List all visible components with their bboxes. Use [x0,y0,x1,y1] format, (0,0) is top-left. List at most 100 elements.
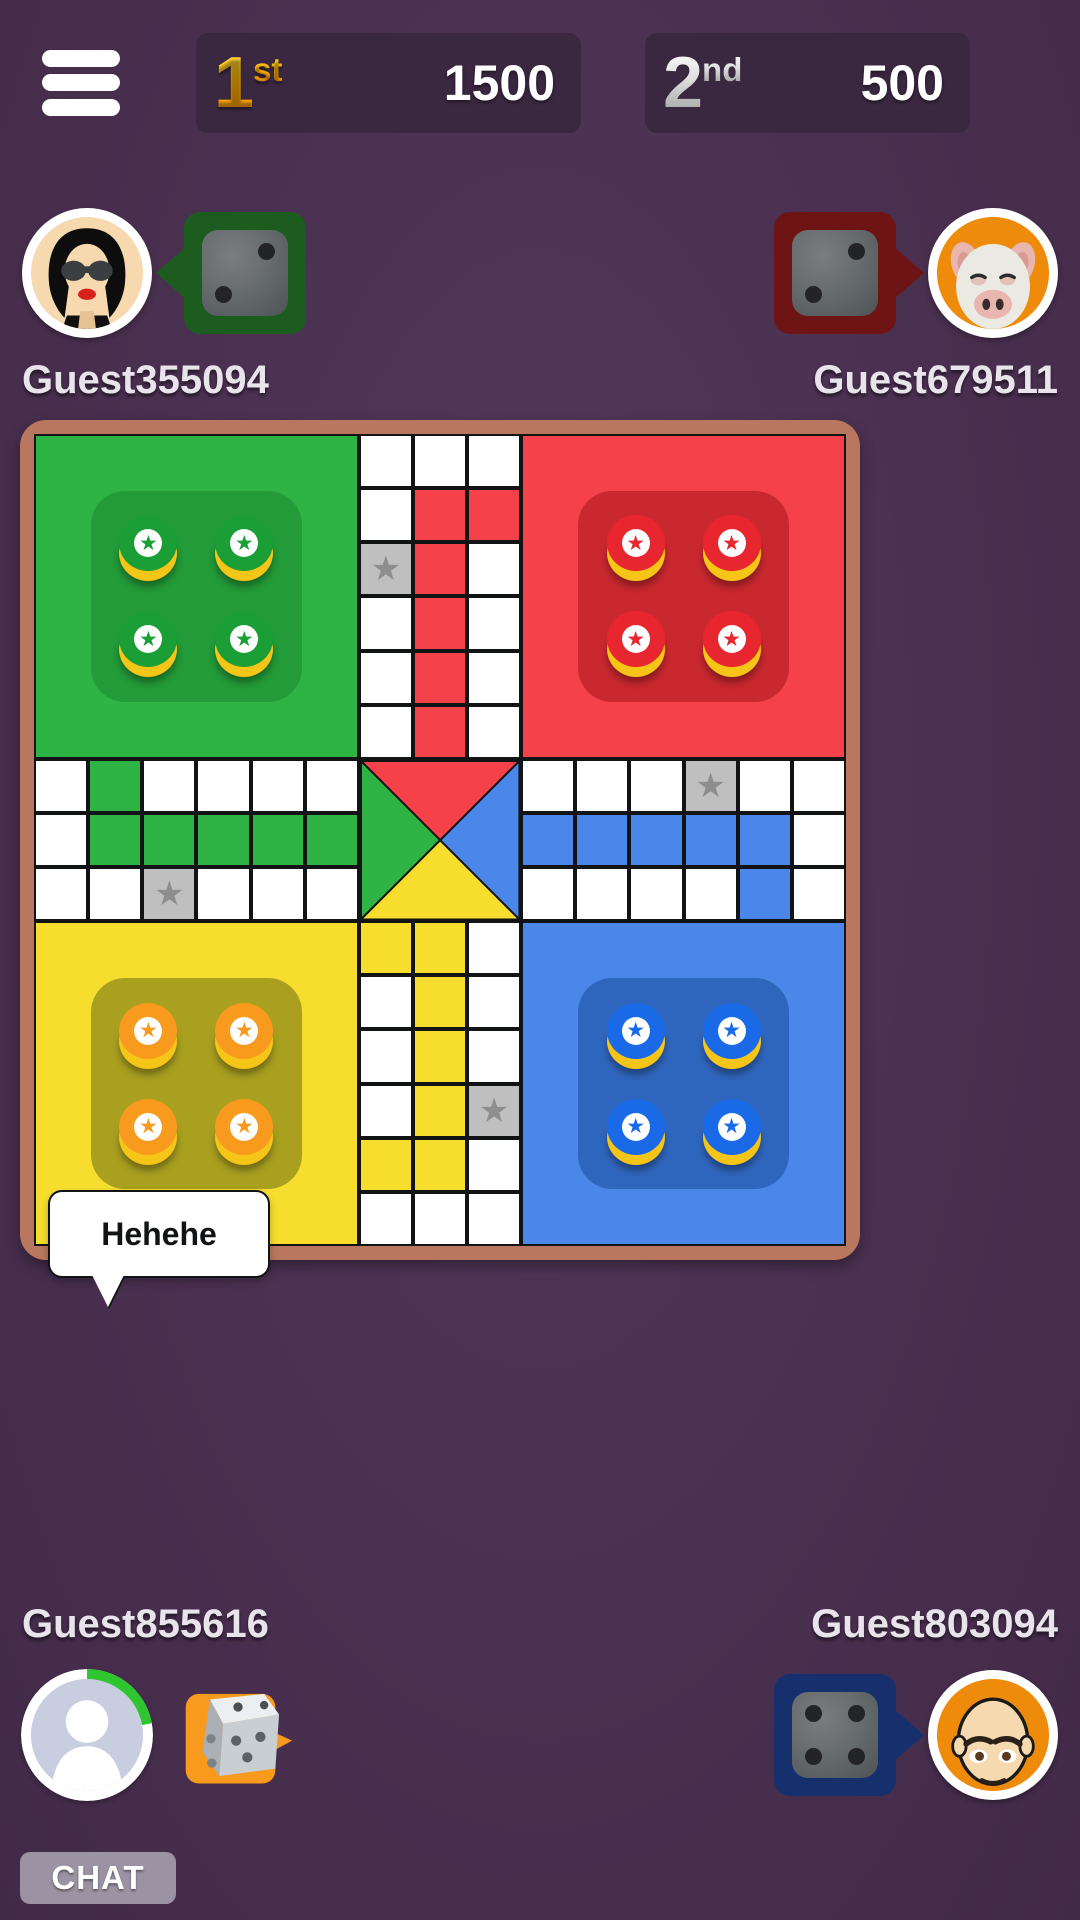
token-green[interactable]: ★ [213,611,275,678]
track-cell[interactable] [467,975,522,1030]
home-path-cell-yellow[interactable] [412,1083,468,1138]
track-cell[interactable] [196,867,251,922]
hamburger-menu-icon[interactable] [42,49,120,116]
home-path-cell-green[interactable] [250,812,305,868]
safe-cell-star[interactable] [467,1083,522,1138]
home-path-cell-green[interactable] [88,812,143,868]
ludo-board[interactable]: ★ ★ ★ ★ ★ ★ ★ ★ ★ ★ ★ ★ ★ ★ ★ ★ ★ ★ ★ ★ [20,420,860,1260]
home-path-cell-red[interactable] [412,704,468,759]
track-cell[interactable] [304,758,359,813]
home-path-cell-yellow[interactable] [412,1029,468,1084]
track-cell[interactable] [629,867,684,922]
token-blue[interactable]: ★ [605,1098,667,1165]
track-cell[interactable] [467,650,522,705]
track-cell[interactable] [467,1137,522,1192]
start-cell-red[interactable] [467,488,522,543]
home-path-cell-blue[interactable] [575,812,630,868]
home-path-cell-yellow[interactable] [412,975,468,1030]
home-path-cell-green[interactable] [196,812,251,868]
home-path-cell-red[interactable] [412,596,468,651]
track-cell[interactable] [575,867,630,922]
token-yellow[interactable]: ★ [117,1002,179,1069]
token-green[interactable]: ★ [213,515,275,582]
track-cell[interactable] [683,867,738,922]
token-yellow[interactable]: ★ [213,1098,275,1165]
track-cell[interactable] [88,867,143,922]
track-cell[interactable] [629,758,684,813]
token-yellow[interactable]: ★ [117,1098,179,1165]
player-panel-red[interactable]: Guest679511 [774,208,1058,402]
track-cell[interactable] [358,1029,413,1084]
track-cell[interactable] [358,1191,413,1246]
track-cell[interactable] [412,1191,468,1246]
track-cell[interactable] [467,1191,522,1246]
track-cell[interactable] [250,867,305,922]
player-panel-blue[interactable] [774,1670,1058,1800]
home-path-cell-red[interactable] [412,542,468,597]
home-path-cell-blue[interactable] [683,812,738,868]
track-cell[interactable] [358,1083,413,1138]
token-red[interactable]: ★ [701,611,763,678]
token-blue[interactable]: ★ [701,1002,763,1069]
token-red[interactable]: ★ [605,515,667,582]
token-blue[interactable]: ★ [701,1098,763,1165]
dice-blue[interactable] [774,1674,924,1796]
track-cell[interactable] [412,434,468,489]
token-blue[interactable]: ★ [605,1002,667,1069]
home-path-cell-red[interactable] [412,488,468,543]
token-red[interactable]: ★ [605,611,667,678]
track-cell[interactable] [521,867,576,922]
home-quadrant-blue[interactable]: ★ ★ ★ ★ [521,921,846,1246]
home-path-cell-yellow[interactable] [412,1137,468,1192]
home-path-cell-blue[interactable] [521,812,576,868]
start-cell-yellow[interactable] [358,921,413,976]
avatar[interactable] [928,1670,1058,1800]
home-path-cell-red[interactable] [412,650,468,705]
player-panel-yellow[interactable] [21,1669,294,1801]
track-cell[interactable] [467,542,522,597]
track-cell[interactable] [358,975,413,1030]
track-cell[interactable] [142,758,197,813]
home-quadrant-green[interactable]: ★ ★ ★ ★ [34,434,359,759]
track-cell[interactable] [358,650,413,705]
track-cell[interactable] [34,812,89,868]
home-path-cell-yellow[interactable] [358,1137,413,1192]
track-cell[interactable] [196,758,251,813]
track-cell[interactable] [358,704,413,759]
track-cell[interactable] [737,758,792,813]
home-path-cell-blue[interactable] [629,812,684,868]
track-cell[interactable] [575,758,630,813]
start-cell-green[interactable] [88,758,143,813]
home-path-cell-blue[interactable] [737,812,792,868]
avatar[interactable] [928,208,1058,338]
home-path-cell-yellow[interactable] [412,921,468,976]
home-path-cell-green[interactable] [304,812,359,868]
track-cell[interactable] [250,758,305,813]
track-cell[interactable] [304,867,359,922]
safe-cell-star[interactable] [683,758,738,813]
token-yellow[interactable]: ★ [213,1002,275,1069]
track-cell[interactable] [467,434,522,489]
token-green[interactable]: ★ [117,611,179,678]
token-red[interactable]: ★ [701,515,763,582]
track-cell[interactable] [358,596,413,651]
track-cell[interactable] [791,758,846,813]
dice-red[interactable] [774,212,924,334]
track-cell[interactable] [467,596,522,651]
track-cell[interactable] [34,867,89,922]
track-cell[interactable] [34,758,89,813]
start-cell-blue[interactable] [737,867,792,922]
track-cell[interactable] [521,758,576,813]
track-cell[interactable] [467,1029,522,1084]
dice-yellow[interactable] [182,1679,294,1791]
avatar[interactable] [21,1669,153,1801]
safe-cell-star[interactable] [142,867,197,922]
chat-button[interactable]: CHAT [20,1852,176,1904]
track-cell[interactable] [358,434,413,489]
track-cell[interactable] [467,921,522,976]
home-path-cell-green[interactable] [142,812,197,868]
token-green[interactable]: ★ [117,515,179,582]
safe-cell-star[interactable] [358,542,413,597]
dice-green[interactable] [156,212,306,334]
home-quadrant-red[interactable]: ★ ★ ★ ★ [521,434,846,759]
